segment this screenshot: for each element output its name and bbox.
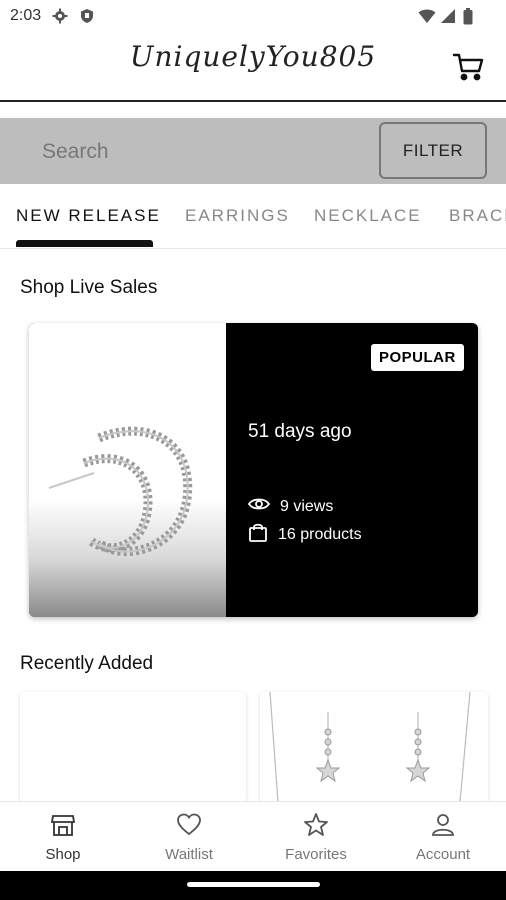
active-tab-indicator bbox=[16, 240, 153, 247]
gear-icon bbox=[52, 8, 68, 29]
tab-new-release[interactable]: NEW RELEASE bbox=[16, 206, 161, 226]
recent-product-card[interactable] bbox=[20, 692, 246, 802]
app-header: UniquelyYou805 bbox=[0, 32, 506, 102]
tab-bracelets[interactable]: BRACE bbox=[449, 206, 506, 226]
eye-icon bbox=[247, 497, 271, 516]
shopping-bag-icon bbox=[248, 522, 268, 547]
tab-earrings[interactable]: EARRINGS bbox=[185, 206, 290, 226]
star-icon bbox=[304, 813, 328, 836]
sale-product-image bbox=[29, 323, 226, 617]
category-tabs: NEW RELEASE EARRINGS NECKLACE BRACE bbox=[0, 186, 506, 249]
sale-info-panel: POPULAR 51 days ago 9 views 16 products bbox=[226, 323, 478, 617]
system-navigation-bar bbox=[0, 871, 506, 900]
products-count: 16 products bbox=[278, 525, 362, 543]
views-count: 9 views bbox=[280, 497, 334, 515]
live-sales-title: Shop Live Sales bbox=[20, 277, 158, 298]
recently-added-title: Recently Added bbox=[20, 653, 154, 674]
home-gesture-bar[interactable] bbox=[187, 882, 320, 887]
popular-badge: POPULAR bbox=[371, 344, 464, 371]
heart-icon bbox=[177, 813, 201, 836]
nav-waitlist[interactable]: Waitlist bbox=[126, 802, 252, 872]
search-input[interactable]: Search bbox=[18, 122, 366, 180]
signal-icon bbox=[440, 8, 456, 29]
shop-icon bbox=[50, 815, 76, 836]
nav-account-label: Account bbox=[415, 846, 471, 863]
sale-posted-time: 51 days ago bbox=[248, 421, 352, 442]
battery-icon bbox=[463, 8, 473, 30]
nav-favorites[interactable]: Favorites bbox=[253, 802, 379, 872]
bottom-navigation: Shop Waitlist Favorites Account bbox=[0, 801, 506, 872]
sale-products: 16 products bbox=[248, 522, 362, 547]
filter-button[interactable]: FILTER bbox=[379, 122, 487, 179]
hoop-earring-image bbox=[48, 426, 193, 556]
live-sale-card[interactable]: POPULAR 51 days ago 9 views 16 products bbox=[29, 323, 478, 617]
cart-icon[interactable] bbox=[452, 50, 486, 84]
brand-logo: UniquelyYou805 bbox=[129, 40, 377, 73]
status-time: 2:03 bbox=[10, 7, 42, 24]
tab-necklace[interactable]: NECKLACE bbox=[314, 206, 422, 226]
star-earrings-image bbox=[269, 692, 471, 802]
account-icon bbox=[432, 814, 454, 836]
recent-product-card[interactable] bbox=[260, 692, 488, 802]
search-placeholder: Search bbox=[42, 140, 109, 163]
nav-favorites-label: Favorites bbox=[285, 846, 347, 863]
nav-shop-label: Shop bbox=[45, 846, 81, 863]
shield-icon bbox=[80, 8, 94, 29]
nav-account[interactable]: Account bbox=[380, 802, 506, 872]
sale-views: 9 views bbox=[247, 497, 334, 516]
search-bar: Search FILTER bbox=[0, 118, 506, 184]
status-bar: 2:03 bbox=[0, 0, 506, 32]
nav-waitlist-label: Waitlist bbox=[165, 846, 213, 863]
nav-shop[interactable]: Shop bbox=[0, 802, 126, 872]
wifi-icon bbox=[418, 8, 436, 29]
